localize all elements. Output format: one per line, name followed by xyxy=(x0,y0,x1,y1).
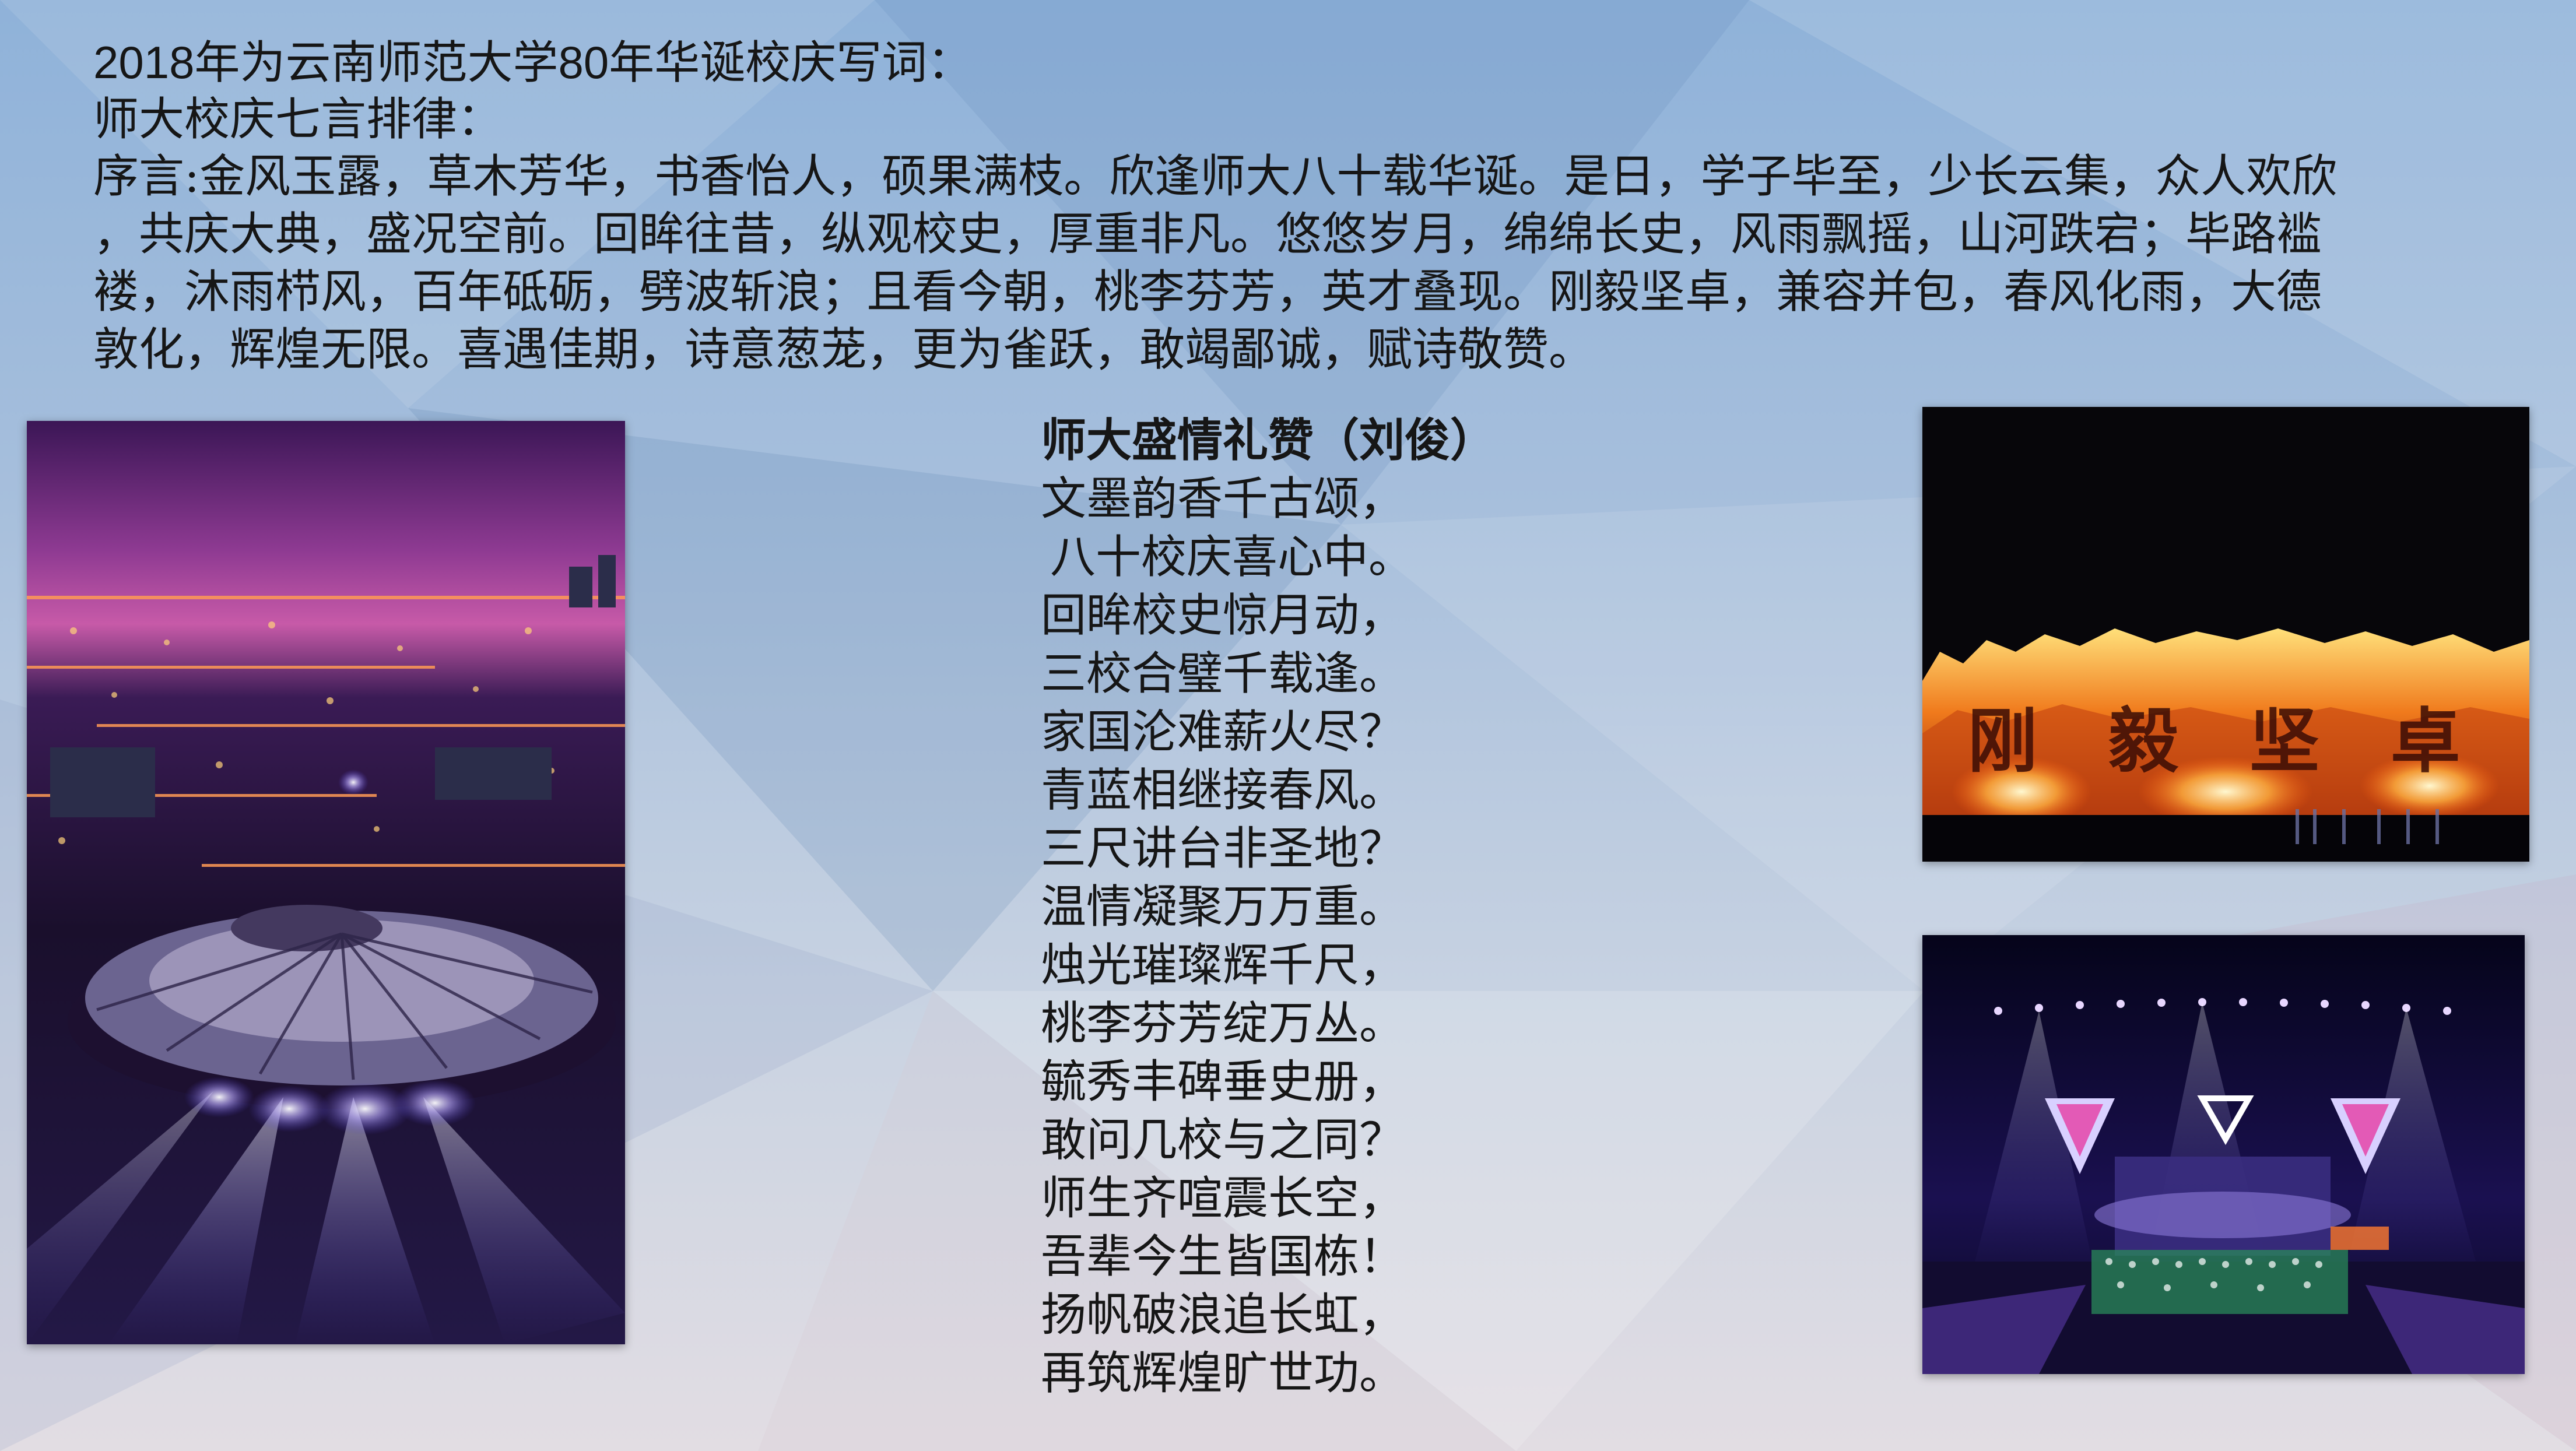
fire-sign-photo: 刚 毅 坚 卓 xyxy=(1922,407,2529,862)
intro-text: 2018年为云南师范大学80年华诞校庆写词： 师大校庆七言排律： 序言:金风玉露… xyxy=(93,34,2519,379)
fire-sign-text: 刚 毅 坚 卓 xyxy=(1967,700,2483,782)
poem-verse: 烛光璀璨辉千尺， xyxy=(1041,939,1405,992)
poem-verse: 三尺讲台非圣地？ xyxy=(1041,823,1405,875)
poem-verse: 三校合璧千载逢。 xyxy=(1041,648,1405,700)
preface-line: 褛，沐雨栉风，百年砥砺，劈波斩浪；且看今朝，桃李芬芳，英才叠现。刚毅坚卓，兼容并… xyxy=(93,266,2322,318)
poem-verse: 毓秀丰碑垂史册， xyxy=(1041,1056,1405,1108)
poem-verse: 师生齐喧震长空， xyxy=(1041,1172,1405,1225)
poem-block: 师大盛情礼赞（刘俊） 文墨韵香千古颂， 八十校庆喜心中。 回眸校史惊月动， 三校… xyxy=(1041,412,1566,1403)
stadium-night-photo xyxy=(27,421,625,1344)
poem-verse: 家国沦难薪火尽？ xyxy=(1041,706,1405,758)
preface-line: 序言:金风玉露，草木芳华，书香怡人，硕果满枝。欣逢师大八十载华诞。是日，学子毕至… xyxy=(93,150,2338,203)
poem-title: 师大盛情礼赞（刘俊） xyxy=(1041,414,1496,467)
poem-verse: 吾辈今生皆国栋！ xyxy=(1041,1231,1405,1283)
preface-paragraph: 序言:金风玉露，草木芳华，书香怡人，硕果满枝。欣逢师大八十载华诞。是日，学子毕至… xyxy=(93,148,2519,379)
preface-line: ，共庆大典，盛况空前。回眸往昔，纵观校史，厚重非凡。悠悠岁月，绵绵长史，风雨飘摇… xyxy=(93,208,2322,261)
intro-heading: 2018年为云南师范大学80年华诞校庆写词： xyxy=(93,37,973,88)
poem-verse: 再筑辉煌旷世功。 xyxy=(1041,1347,1405,1400)
poem-verse: 扬帆破浪追长虹， xyxy=(1041,1289,1405,1341)
intro-subheading: 师大校庆七言排律： xyxy=(93,93,503,146)
poem-verse: 桃李芬芳绽万丛。 xyxy=(1041,997,1405,1050)
poem-verse: 敢问几校与之同？ xyxy=(1041,1114,1405,1167)
poem-verse: 青蓝相继接春风。 xyxy=(1041,764,1405,817)
preface-line: 敦化，辉煌无限。喜遇佳期，诗意葱茏，更为雀跃，敢竭鄙诚，赋诗敬赞。 xyxy=(93,324,1595,376)
poem-verse: 文墨韵香千古颂， xyxy=(1041,473,1405,525)
poem-verse: 温情凝聚万万重。 xyxy=(1041,881,1405,933)
stage-concert-photo xyxy=(1922,935,2525,1374)
poem-verse: 八十校庆喜心中。 xyxy=(1050,531,1415,584)
poem-verse: 回眸校史惊月动， xyxy=(1041,589,1405,642)
